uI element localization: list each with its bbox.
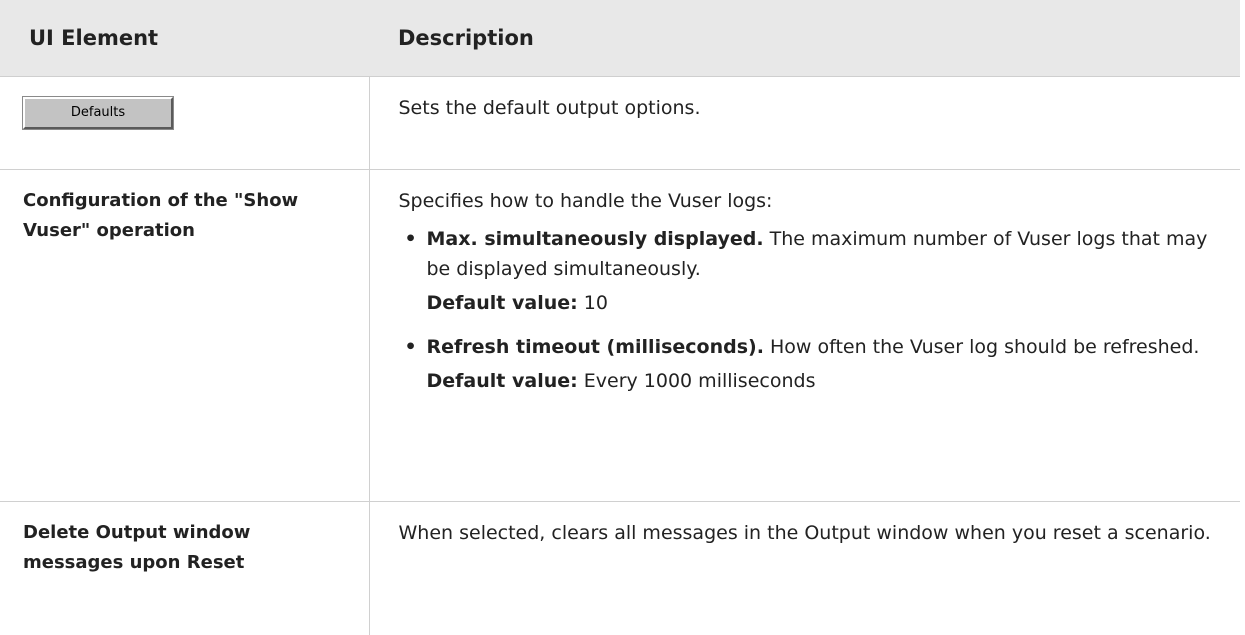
default-value-label: Default value: <box>427 292 578 314</box>
ui-elements-table: UI Element Description Defaults Sets the… <box>0 0 1240 635</box>
defaults-description: Sets the default output options. <box>399 93 1213 123</box>
bullet: • <box>405 224 417 254</box>
defaults-button[interactable]: Defaults <box>23 97 173 129</box>
option-text: How often the Vuser log should be refres… <box>764 336 1200 358</box>
default-value: Every 1000 milliseconds <box>578 370 816 392</box>
show-vuser-intro: Specifies how to handle the Vuser logs: <box>399 186 1213 216</box>
column-header-description: Description <box>369 0 1240 77</box>
bullet: • <box>405 332 417 362</box>
option-term: Refresh timeout (milliseconds). <box>427 336 764 358</box>
description-cell: Sets the default output options. <box>369 77 1240 170</box>
table-header-row: UI Element Description <box>0 0 1240 77</box>
default-value-label: Default value: <box>427 370 578 392</box>
description-cell: When selected, clears all messages in th… <box>369 502 1240 635</box>
column-header-ui-element: UI Element <box>0 0 369 77</box>
description-cell: Specifies how to handle the Vuser logs: … <box>369 170 1240 502</box>
table-row: Configuration of the "Show Vuser" operat… <box>0 170 1240 502</box>
show-vuser-element: Configuration of the "Show Vuser" operat… <box>0 170 369 502</box>
table-row: Delete Output window messages upon Reset… <box>0 502 1240 635</box>
list-item: • Refresh timeout (milliseconds). How of… <box>399 332 1213 396</box>
option-term: Max. simultaneously displayed. <box>427 228 764 250</box>
table-row: Defaults Sets the default output options… <box>0 77 1240 170</box>
default-value: 10 <box>578 292 608 314</box>
list-item: • Max. simultaneously displayed. The max… <box>399 224 1213 318</box>
option-list: • Max. simultaneously displayed. The max… <box>399 224 1213 396</box>
ui-element-cell: Defaults <box>0 77 369 170</box>
default-value-line: Default value: Every 1000 milliseconds <box>427 366 1213 396</box>
default-value-line: Default value: 10 <box>427 288 1213 318</box>
delete-output-description: When selected, clears all messages in th… <box>399 518 1213 548</box>
delete-output-element: Delete Output window messages upon Reset <box>0 502 369 635</box>
